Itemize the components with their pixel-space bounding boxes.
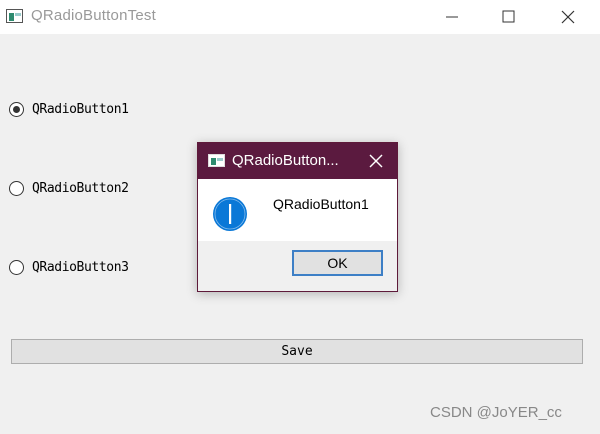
maximize-button[interactable] xyxy=(480,0,536,34)
close-button[interactable] xyxy=(540,0,596,34)
app-window-icon xyxy=(6,9,23,23)
radio-checked-dot xyxy=(13,106,20,113)
window-title: QRadioButtonTest xyxy=(31,7,156,24)
radio-label[interactable]: QRadioButton2 xyxy=(32,181,129,196)
minimize-icon xyxy=(446,16,458,18)
dialog-title: QRadioButton... xyxy=(232,152,339,169)
dialog-titlebar[interactable]: QRadioButton... xyxy=(198,143,397,179)
window-titlebar[interactable]: QRadioButtonTest xyxy=(0,0,600,34)
ok-button[interactable]: OK xyxy=(292,250,383,276)
dialog-message: QRadioButton1 xyxy=(273,196,369,212)
radio-label[interactable]: QRadioButton3 xyxy=(32,260,129,275)
dialog-app-icon xyxy=(208,154,225,167)
save-button[interactable]: Save xyxy=(11,339,583,364)
radio-indicator[interactable] xyxy=(9,181,24,196)
message-dialog: QRadioButton... QRadioButton1 OK xyxy=(197,142,398,292)
dialog-body: QRadioButton1 xyxy=(198,179,397,241)
close-icon xyxy=(369,154,383,168)
radio-label[interactable]: QRadioButton1 xyxy=(32,102,129,117)
radio-indicator[interactable] xyxy=(9,102,24,117)
radio-indicator[interactable] xyxy=(9,260,24,275)
maximize-icon xyxy=(502,10,515,23)
information-icon xyxy=(213,197,247,231)
dialog-close-button[interactable] xyxy=(364,151,388,171)
watermark-text: CSDN @JoYER_cc xyxy=(430,404,562,421)
close-icon xyxy=(561,10,575,24)
minimize-button[interactable] xyxy=(424,0,480,34)
